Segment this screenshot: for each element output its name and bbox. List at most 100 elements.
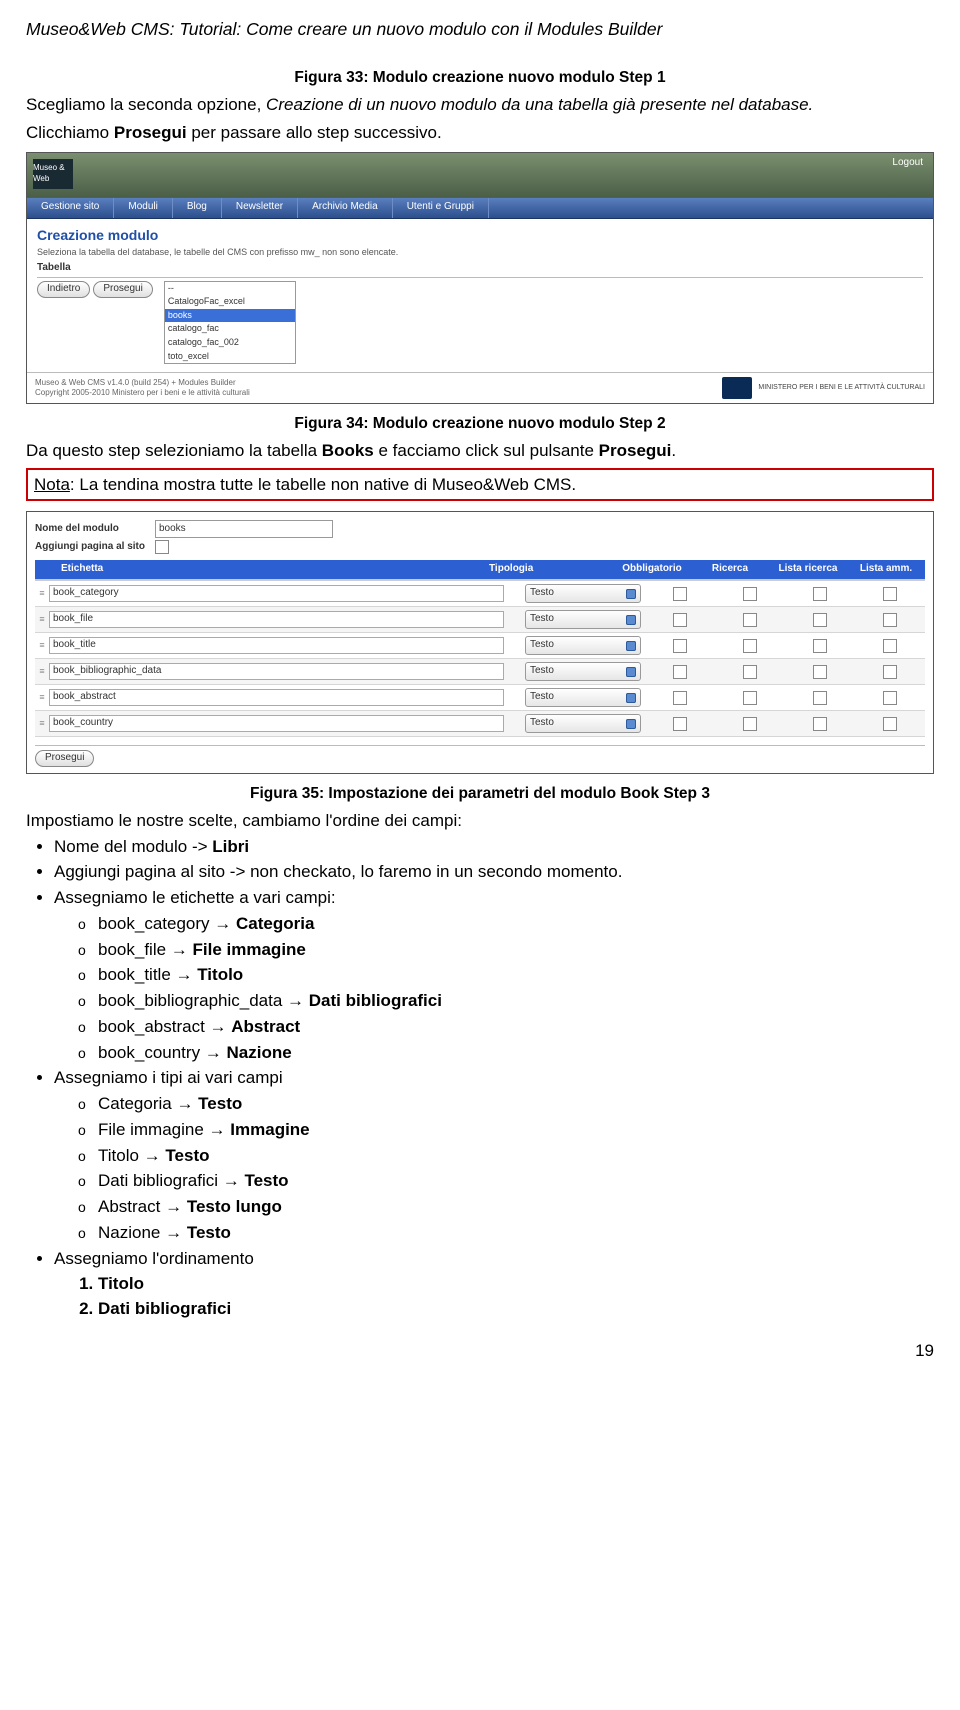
ricerca-checkbox[interactable] — [743, 587, 757, 601]
tipologia-select[interactable]: Testo — [525, 636, 641, 655]
etichetta-input[interactable]: book_bibliographic_data — [49, 663, 504, 680]
lista-amm-checkbox[interactable] — [883, 665, 897, 679]
txt: Copyright 2005-2010 Ministero per i beni… — [35, 388, 250, 398]
obbligatorio-checkbox[interactable] — [673, 691, 687, 705]
lista-amm-checkbox[interactable] — [883, 639, 897, 653]
lista-ricerca-checkbox[interactable] — [813, 587, 827, 601]
nav-item[interactable]: Newsletter — [222, 198, 298, 218]
nav-item[interactable]: Gestione sito — [27, 198, 114, 218]
top-nav: Gestione sito Moduli Blog Newsletter Arc… — [27, 197, 933, 219]
drag-handle-icon[interactable]: ≡ — [35, 588, 49, 600]
lista-amm-checkbox[interactable] — [883, 587, 897, 601]
sub-list: book_category → Categoriabook_file → Fil… — [78, 913, 934, 1064]
label-aggiungi: Aggiungi pagina al sito — [35, 541, 155, 554]
lista-ricerca-checkbox[interactable] — [813, 717, 827, 731]
dropdown-option[interactable]: toto_excel — [165, 350, 295, 364]
ricerca-checkbox[interactable] — [743, 665, 757, 679]
txt: e facciamo click sul pulsante — [374, 441, 599, 460]
ricerca-checkbox[interactable] — [743, 639, 757, 653]
panel-subtitle: Seleziona la tabella del database, le ta… — [37, 247, 923, 259]
etichetta-input[interactable]: book_category — [49, 585, 504, 602]
sub-list-item: Dati bibliografici → Testo — [78, 1170, 934, 1192]
table-row: ≡book_bibliographic_data Testo — [35, 659, 925, 685]
input-nome[interactable]: books — [155, 520, 333, 538]
lista-ricerca-checkbox[interactable] — [813, 613, 827, 627]
page-number: 19 — [26, 1340, 934, 1362]
obbligatorio-checkbox[interactable] — [673, 639, 687, 653]
sub-list-item: Nazione → Testo — [78, 1222, 934, 1244]
ordered-item: Titolo — [98, 1273, 934, 1295]
ricerca-checkbox[interactable] — [743, 691, 757, 705]
indietro-button[interactable]: Indietro — [37, 281, 90, 298]
list-item: Aggiungi pagina al sito -> non checkato,… — [54, 861, 934, 883]
mibac-icon — [722, 377, 752, 399]
sub-list-item: Titolo → Testo — [78, 1145, 934, 1167]
txt-bold: Books — [322, 441, 374, 460]
tipologia-select[interactable]: Testo — [525, 584, 641, 603]
lista-amm-checkbox[interactable] — [883, 691, 897, 705]
drag-handle-icon[interactable]: ≡ — [35, 614, 49, 626]
tipologia-select[interactable]: Testo — [525, 662, 641, 681]
logout-link[interactable]: Logout — [892, 157, 923, 170]
table-row: ≡book_title Testo — [35, 633, 925, 659]
obbligatorio-checkbox[interactable] — [673, 665, 687, 679]
etichetta-input[interactable]: book_file — [49, 611, 504, 628]
tipologia-select[interactable]: Testo — [525, 610, 641, 629]
lista-amm-checkbox[interactable] — [883, 717, 897, 731]
nav-item[interactable]: Moduli — [114, 198, 172, 218]
drag-handle-icon[interactable]: ≡ — [35, 666, 49, 678]
ordered-item: Dati bibliografici — [98, 1298, 934, 1320]
txt: Museo & Web CMS v1.4.0 (build 254) + Mod… — [35, 378, 250, 388]
ricerca-checkbox[interactable] — [743, 717, 757, 731]
etichetta-input[interactable]: book_country — [49, 715, 504, 732]
sub-list-item: book_bibliographic_data → Dati bibliogra… — [78, 990, 934, 1012]
nav-item[interactable]: Archivio Media — [298, 198, 393, 218]
txt: Clicchiamo — [26, 123, 114, 142]
obbligatorio-checkbox[interactable] — [673, 717, 687, 731]
note-label: Nota — [34, 475, 70, 494]
txt: Scegliamo la seconda opzione, — [26, 95, 266, 114]
obbligatorio-checkbox[interactable] — [673, 613, 687, 627]
prosegui-button[interactable]: Prosegui — [93, 281, 152, 298]
lista-ricerca-checkbox[interactable] — [813, 665, 827, 679]
obbligatorio-checkbox[interactable] — [673, 587, 687, 601]
dropdown-option[interactable]: catalogo_fac_002 — [165, 336, 295, 350]
nav-item[interactable]: Blog — [173, 198, 222, 218]
list-item: Assegniamo le etichette a vari campi: bo… — [54, 887, 934, 1063]
col-ricerca: Ricerca — [691, 560, 769, 579]
tipologia-select[interactable]: Testo — [525, 714, 641, 733]
etichetta-input[interactable]: book_title — [49, 637, 504, 654]
label-nome: Nome del modulo — [35, 523, 155, 536]
tabella-dropdown[interactable]: -- CatalogoFac_excel books catalogo_fac … — [164, 281, 296, 364]
txt: per passare allo step successivo. — [187, 123, 442, 142]
para-4: Impostiamo le nostre scelte, cambiamo l'… — [26, 810, 934, 832]
banner: Museo & Web Logout — [27, 153, 933, 197]
lista-ricerca-checkbox[interactable] — [813, 691, 827, 705]
para-1: Scegliamo la seconda opzione, Creazione … — [26, 94, 934, 116]
dropdown-option[interactable]: books — [165, 309, 295, 323]
ricerca-checkbox[interactable] — [743, 613, 757, 627]
col-tipologia: Tipologia — [485, 560, 613, 579]
table-row: ≡book_country Testo — [35, 711, 925, 737]
note-box: Nota: La tendina mostra tutte le tabelle… — [26, 468, 934, 502]
txt: Da questo step selezioniamo la tabella — [26, 441, 322, 460]
drag-handle-icon[interactable]: ≡ — [35, 718, 49, 730]
lista-amm-checkbox[interactable] — [883, 613, 897, 627]
tipologia-select[interactable]: Testo — [525, 688, 641, 707]
list-item: Assegniamo l'ordinamento TitoloDati bibl… — [54, 1248, 934, 1320]
field-label: Tabella — [37, 262, 923, 278]
drag-handle-icon[interactable]: ≡ — [35, 692, 49, 704]
nav-item[interactable]: Utenti e Gruppi — [393, 198, 489, 218]
footer: Museo & Web CMS v1.4.0 (build 254) + Mod… — [27, 372, 933, 403]
txt-italic: Creazione di un nuovo modulo da una tabe… — [266, 95, 813, 114]
prosegui-button[interactable]: Prosegui — [35, 750, 94, 767]
dropdown-option[interactable]: catalogo_fac — [165, 322, 295, 336]
figure-caption-34: Figura 34: Modulo creazione nuovo modulo… — [26, 414, 934, 434]
page-header: Museo&Web CMS: Tutorial: Come creare un … — [26, 18, 934, 40]
drag-handle-icon[interactable]: ≡ — [35, 640, 49, 652]
etichetta-input[interactable]: book_abstract — [49, 689, 504, 706]
dropdown-option[interactable]: CatalogoFac_excel — [165, 295, 295, 309]
lista-ricerca-checkbox[interactable] — [813, 639, 827, 653]
para-3: Da questo step selezioniamo la tabella B… — [26, 440, 934, 462]
checkbox-aggiungi[interactable] — [155, 540, 169, 554]
